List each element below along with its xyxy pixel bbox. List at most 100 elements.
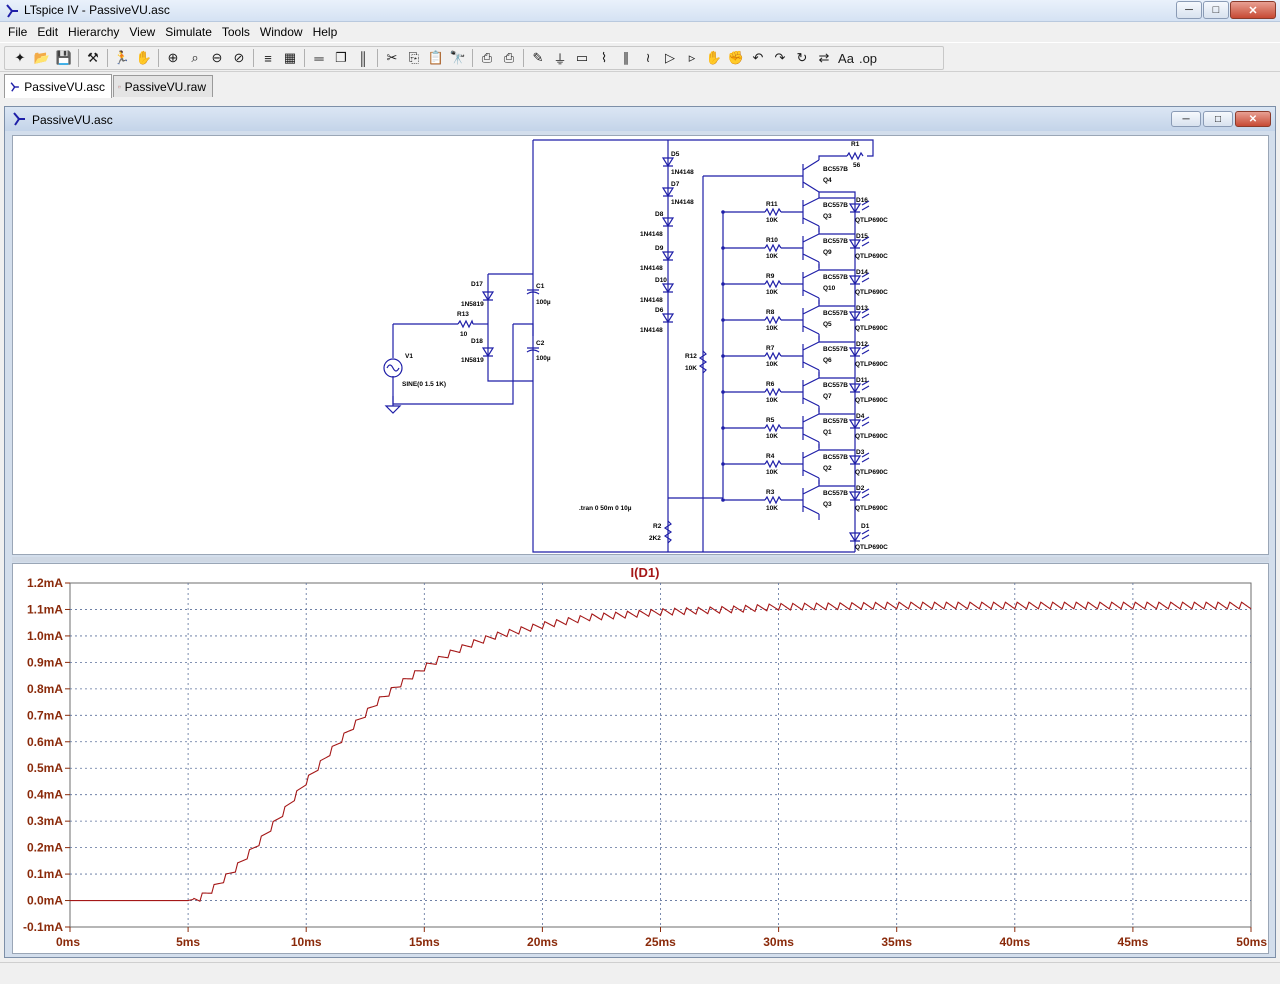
tab-waveform[interactable]: PassiveVU.raw [113, 75, 213, 97]
r12-value: 10K [685, 365, 697, 372]
menu-hierarchy[interactable]: Hierarchy [63, 22, 124, 42]
resistor-r4[interactable] [764, 459, 782, 469]
schematic-canvas[interactable]: V1 SINE(0 1.5 1K) R13 10 D17 1N5819 D18 … [13, 136, 1270, 556]
trace-label[interactable]: I(D1) [631, 565, 660, 580]
spice-directive[interactable]: .tran 0 50m 0 10µ [579, 505, 632, 512]
r13-resistor[interactable] [457, 319, 474, 329]
resistor-label: R7 [766, 345, 775, 352]
drag-icon[interactable]: ✊ [725, 47, 747, 69]
x-tick-label: 10ms [291, 935, 322, 949]
tile-vertical-icon[interactable]: ║ [352, 47, 374, 69]
led-model: QTLP690C [855, 361, 888, 368]
resistor-r6[interactable] [764, 387, 782, 397]
wire-icon[interactable]: ✎ [527, 47, 549, 69]
driver-stage: R5 10K BC557B Q1 D4 QTLP690C [721, 408, 888, 448]
menu-help[interactable]: Help [308, 22, 343, 42]
resistor-r10[interactable] [764, 243, 782, 253]
zoom-pan-icon[interactable]: ⌕ [184, 47, 206, 69]
zoom-in-icon[interactable]: ⊕ [162, 47, 184, 69]
menu-simulate[interactable]: Simulate [160, 22, 217, 42]
driver-stage: R8 10K BC557B Q5 D13 QTLP690C [721, 300, 888, 340]
inductor-icon[interactable]: ≀ [637, 47, 659, 69]
waveform-pane[interactable]: I(D1) 1.2mA 1.1mA 1.0mA 0.9mA 0.8mA 0.7mA 0.6m… [12, 563, 1269, 954]
close-button[interactable]: ✕ [1230, 1, 1276, 19]
save-icon[interactable]: 💾 [53, 47, 75, 69]
undo-icon[interactable]: ↶ [747, 47, 769, 69]
resistor-icon[interactable]: ⌇ [593, 47, 615, 69]
pane-splitter[interactable] [12, 557, 1269, 562]
transistor-q3[interactable] [802, 197, 820, 227]
cascade-icon[interactable]: ❐ [330, 47, 352, 69]
zoom-out-icon[interactable]: ⊖ [206, 47, 228, 69]
resistor-r11[interactable] [764, 207, 782, 217]
transistor-q2[interactable] [802, 449, 820, 479]
transistor-q10[interactable] [802, 269, 820, 299]
label-icon[interactable]: ▭ [571, 47, 593, 69]
menu-edit[interactable]: Edit [32, 22, 63, 42]
transistor-q5[interactable] [802, 305, 820, 335]
transistor-q9[interactable] [802, 233, 820, 263]
diode-icon[interactable]: ▷ [659, 47, 681, 69]
text-icon[interactable]: Aa [835, 47, 857, 69]
menu-file[interactable]: File [3, 22, 32, 42]
transistor-q3[interactable] [802, 485, 820, 515]
schematic-pane[interactable]: V1 SINE(0 1.5 1K) R13 10 D17 1N5819 D18 … [12, 135, 1269, 555]
print-setup-icon[interactable]: ⎙ [476, 47, 498, 69]
child-close-button[interactable]: ✕ [1235, 111, 1271, 127]
c1-label: C1 [536, 283, 545, 290]
control-panel-icon[interactable]: ⚒ [82, 47, 104, 69]
waveform-plot[interactable]: I(D1) 1.2mA 1.1mA 1.0mA 0.9mA 0.8mA 0.7mA 0.6m… [13, 564, 1270, 955]
transistor-q1[interactable] [802, 413, 820, 443]
minimize-button[interactable]: ─ [1176, 1, 1202, 19]
autorange-icon[interactable]: ≡ [257, 47, 279, 69]
document-tabs: PassiveVU.asc PassiveVU.raw [0, 72, 1280, 98]
component-icon[interactable]: ▹ [681, 47, 703, 69]
copy-icon[interactable]: ⎘ [403, 47, 425, 69]
paste-icon[interactable]: 📋 [425, 47, 447, 69]
ground-icon[interactable]: ⏚ [549, 47, 571, 69]
rotate-icon[interactable]: ↻ [791, 47, 813, 69]
redo-icon[interactable]: ↷ [769, 47, 791, 69]
resistor-r8[interactable] [764, 315, 782, 325]
transistor-q7[interactable] [802, 377, 820, 407]
transistor-label: Q10 [823, 285, 836, 292]
find-icon[interactable]: 🔭 [447, 47, 469, 69]
tile-horizontal-icon[interactable]: ═ [308, 47, 330, 69]
spice-directive-icon[interactable]: .op [857, 47, 879, 69]
transistor-model: BC557B [823, 346, 848, 353]
open-icon[interactable]: 📂 [31, 47, 53, 69]
print-icon[interactable]: ⎙ [498, 47, 520, 69]
menu-window[interactable]: Window [255, 22, 308, 42]
x-tick-label: 20ms [527, 935, 558, 949]
cut-icon[interactable]: ✂ [381, 47, 403, 69]
resistor-label: R4 [766, 453, 775, 460]
resistor-r7[interactable] [764, 351, 782, 361]
mirror-icon[interactable]: ⇄ [813, 47, 835, 69]
resistor-r3[interactable] [764, 495, 782, 505]
zoom-fit-icon[interactable]: ⊘ [228, 47, 250, 69]
toolbar-separator [253, 49, 254, 67]
diode-model: 1N4148 [640, 231, 663, 238]
move-icon[interactable]: ✋ [703, 47, 725, 69]
led-model: QTLP690C [855, 253, 888, 260]
menu-tools[interactable]: Tools [217, 22, 255, 42]
led-label: D15 [856, 233, 868, 240]
r1-label: R1 [851, 141, 860, 148]
maximize-button[interactable]: □ [1203, 1, 1229, 19]
diode-model: 1N4148 [671, 199, 694, 206]
trace-i-d1[interactable] [70, 601, 1252, 902]
resistor-r5[interactable] [764, 423, 782, 433]
capacitor-icon[interactable]: ∥ [615, 47, 637, 69]
halt-icon[interactable]: ✋ [133, 47, 155, 69]
resistor-r9[interactable] [764, 279, 782, 289]
q4-label: Q4 [823, 177, 832, 184]
new-schematic-icon[interactable]: ✦ [9, 47, 31, 69]
grid-icon[interactable]: ▦ [279, 47, 301, 69]
child-minimize-button[interactable]: ─ [1171, 111, 1201, 127]
tab-schematic[interactable]: PassiveVU.asc [4, 74, 112, 98]
led-label: D14 [856, 269, 868, 276]
transistor-q6[interactable] [802, 341, 820, 371]
child-maximize-button[interactable]: □ [1203, 111, 1233, 127]
run-icon[interactable]: 🏃 [111, 47, 133, 69]
menu-view[interactable]: View [124, 22, 160, 42]
